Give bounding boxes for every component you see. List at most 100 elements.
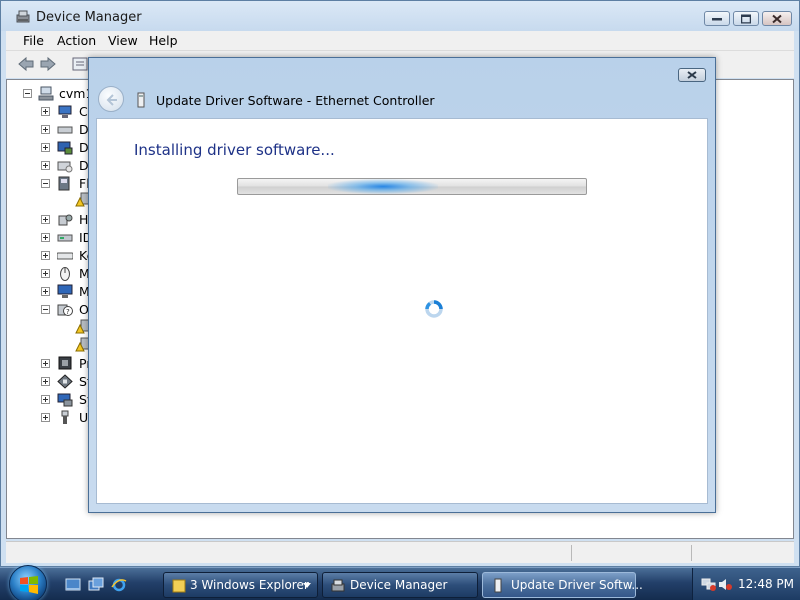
collapse-icon[interactable] bbox=[23, 89, 32, 98]
start-button[interactable] bbox=[9, 565, 47, 600]
properties-icon[interactable] bbox=[71, 56, 89, 72]
other-devices-icon: ? bbox=[57, 304, 73, 316]
driver-icon bbox=[494, 578, 502, 593]
clock[interactable]: 12:48 PM bbox=[738, 577, 794, 591]
task-label: 3 Windows Explorer bbox=[190, 578, 309, 592]
tree-item-processors[interactable]: Pr bbox=[7, 355, 91, 373]
expand-icon[interactable] bbox=[41, 359, 50, 368]
tree-item-dvd-drives[interactable]: DV bbox=[7, 157, 97, 175]
task-label: Update Driver Softw... bbox=[511, 578, 643, 592]
window-title: Device Manager bbox=[36, 10, 142, 25]
dialog-close-button[interactable] bbox=[678, 68, 706, 82]
minimize-icon bbox=[712, 17, 722, 20]
menu-help[interactable]: Help bbox=[149, 33, 178, 48]
system-devices-icon bbox=[57, 393, 73, 407]
device-manager-icon bbox=[331, 579, 345, 592]
device-manager-titlebar[interactable]: Device Manager bbox=[1, 1, 799, 31]
tree-root[interactable]: cvm1 bbox=[7, 85, 97, 103]
expand-icon[interactable] bbox=[41, 233, 50, 242]
tree-item-floppy-controllers[interactable]: Fl bbox=[7, 175, 90, 193]
tree-item-ide[interactable]: ID bbox=[7, 229, 92, 247]
menu-file[interactable]: File bbox=[23, 33, 44, 48]
close-button[interactable] bbox=[762, 11, 792, 26]
volume-muted-icon[interactable] bbox=[717, 577, 733, 592]
svg-text:?: ? bbox=[66, 308, 70, 316]
ide-controller-icon bbox=[57, 234, 73, 242]
dialog-title: Update Driver Software - Ethernet Contro… bbox=[156, 93, 435, 108]
driver-icon bbox=[137, 92, 145, 108]
human-interface-icon bbox=[58, 214, 73, 226]
switch-windows-icon[interactable] bbox=[88, 577, 104, 593]
tree-item-usb-controllers[interactable]: U bbox=[7, 409, 89, 427]
busy-spinner-icon bbox=[425, 300, 443, 318]
expand-icon[interactable] bbox=[41, 395, 50, 404]
expand-icon[interactable] bbox=[41, 413, 50, 422]
update-driver-dialog: Update Driver Software - Ethernet Contro… bbox=[88, 57, 716, 513]
expand-icon[interactable] bbox=[41, 269, 50, 278]
taskbar-device-manager[interactable]: Device Manager bbox=[322, 572, 478, 598]
show-desktop-icon[interactable] bbox=[65, 577, 81, 593]
expand-icon[interactable] bbox=[41, 215, 50, 224]
tree-item-keyboards[interactable]: Ke bbox=[7, 247, 94, 265]
close-icon bbox=[687, 71, 697, 79]
status-bar bbox=[6, 541, 794, 563]
system-tray: 12:48 PM bbox=[692, 568, 800, 600]
floppy-controller-icon bbox=[58, 176, 70, 191]
dialog-back-button[interactable] bbox=[98, 86, 124, 112]
tree-item-storage-controllers[interactable]: St bbox=[7, 373, 92, 391]
monitor-icon bbox=[57, 284, 73, 298]
expand-icon[interactable] bbox=[41, 143, 50, 152]
expand-icon[interactable] bbox=[41, 125, 50, 134]
task-label: Device Manager bbox=[350, 578, 448, 592]
chevron-down-icon[interactable] bbox=[303, 583, 311, 588]
device-manager-icon bbox=[16, 10, 30, 23]
usb-controller-icon bbox=[61, 410, 69, 424]
menu-view[interactable]: View bbox=[108, 33, 138, 48]
expand-icon[interactable] bbox=[41, 287, 50, 296]
processor-icon bbox=[58, 356, 72, 370]
back-arrow-icon[interactable] bbox=[17, 56, 35, 72]
status-separator bbox=[691, 545, 692, 561]
tree-item-computer[interactable]: Co bbox=[7, 103, 95, 121]
expand-icon[interactable] bbox=[41, 107, 50, 116]
taskbar-windows-explorer[interactable]: 3 Windows Explorer bbox=[163, 572, 318, 598]
status-separator bbox=[571, 545, 572, 561]
windows-logo-icon bbox=[20, 576, 38, 594]
expand-icon[interactable] bbox=[41, 377, 50, 386]
display-adapter-icon bbox=[57, 141, 73, 155]
forward-arrow-icon[interactable] bbox=[39, 56, 57, 72]
tree-item-disk-drives[interactable]: Di bbox=[7, 121, 92, 139]
menu-bar: File Action View Help bbox=[6, 31, 794, 50]
tree-item-other-devices[interactable]: ? Ot bbox=[7, 301, 94, 319]
network-disconnected-icon[interactable] bbox=[701, 577, 717, 592]
close-icon bbox=[772, 14, 782, 23]
expand-icon[interactable] bbox=[41, 161, 50, 170]
tree-item-hid[interactable]: Hu bbox=[7, 211, 96, 229]
back-arrow-icon bbox=[106, 94, 117, 106]
computer-icon bbox=[58, 105, 72, 118]
taskbar: 3 Windows Explorer Device Manager Update… bbox=[0, 565, 800, 600]
keyboard-icon bbox=[57, 252, 73, 260]
tree-item-system-devices[interactable]: Sy bbox=[7, 391, 94, 409]
dialog-body: Installing driver software... bbox=[96, 118, 708, 504]
collapse-icon[interactable] bbox=[41, 179, 50, 188]
dvd-drive-icon bbox=[57, 161, 73, 173]
computer-icon bbox=[38, 86, 54, 101]
expand-icon[interactable] bbox=[41, 251, 50, 260]
folder-icon bbox=[172, 579, 186, 593]
internet-explorer-icon[interactable] bbox=[111, 577, 127, 593]
taskbar-update-driver[interactable]: Update Driver Softw... bbox=[482, 572, 643, 598]
tree-item-label: U bbox=[79, 410, 89, 425]
menu-action[interactable]: Action bbox=[57, 33, 96, 48]
restore-icon bbox=[741, 14, 751, 23]
tree-item-display-adapters[interactable]: Di bbox=[7, 139, 92, 157]
disk-drive-icon bbox=[57, 126, 73, 134]
minimize-button[interactable] bbox=[704, 11, 730, 26]
mouse-icon bbox=[60, 267, 70, 281]
maximize-button[interactable] bbox=[733, 11, 759, 26]
tree-item-mice[interactable]: M bbox=[7, 265, 90, 283]
progress-bar bbox=[237, 178, 587, 195]
progress-indicator bbox=[328, 179, 438, 194]
tree-item-monitors[interactable]: M bbox=[7, 283, 90, 301]
collapse-icon[interactable] bbox=[41, 305, 50, 314]
